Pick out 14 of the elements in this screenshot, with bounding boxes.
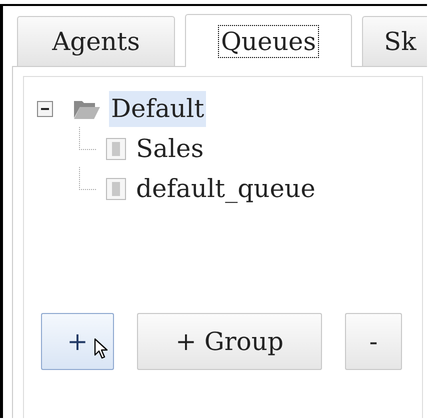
tab[interactable]: Queues (185, 14, 352, 67)
tree-item[interactable]: Default (109, 91, 206, 127)
action-button[interactable]: + Group (137, 313, 322, 370)
tree-item[interactable]: Sales (134, 131, 206, 167)
tree-item[interactable]: default_queue (134, 171, 318, 207)
document-icon (106, 138, 126, 160)
action-button[interactable]: + (41, 313, 114, 370)
mouse-pointer-icon (94, 338, 108, 360)
document-icon (106, 178, 126, 200)
tab[interactable]: Sk (362, 16, 427, 66)
folder-icon (73, 98, 101, 120)
action-button[interactable]: - (345, 313, 402, 370)
collapse-toggle-icon[interactable] (37, 101, 53, 117)
tab[interactable]: Agents (17, 16, 175, 66)
